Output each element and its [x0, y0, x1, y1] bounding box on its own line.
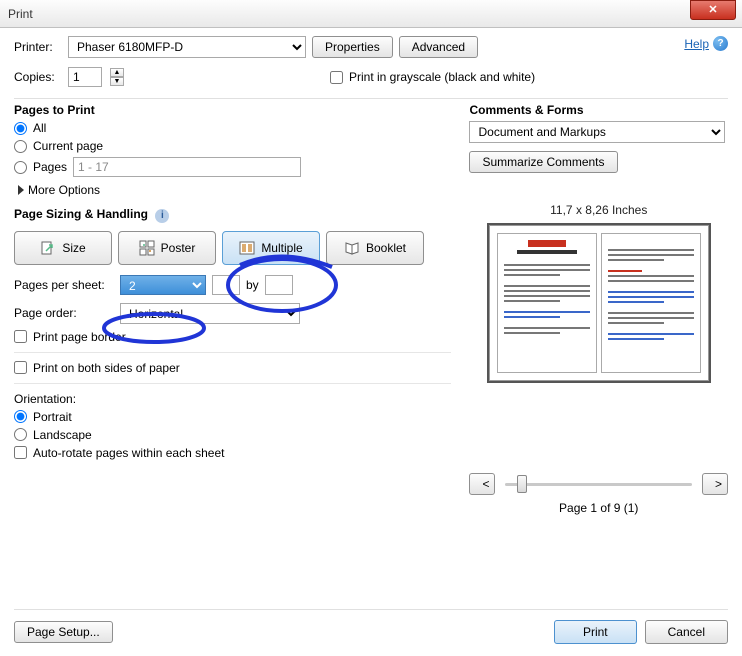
copies-spin-up[interactable]: ▲: [110, 68, 124, 77]
pages-range-input[interactable]: [73, 157, 301, 177]
pages-all-label: All: [33, 121, 46, 135]
print-button[interactable]: Print: [554, 620, 637, 644]
both-sides-label: Print on both sides of paper: [33, 361, 180, 375]
preview-sheet: [487, 223, 711, 383]
mode-button-row: Size Poster Multiple: [14, 231, 451, 265]
poster-icon: [139, 240, 155, 256]
landscape-radio[interactable]: [14, 428, 27, 441]
page-order-select[interactable]: Horizontal: [120, 303, 300, 324]
close-icon: ✕: [708, 3, 717, 16]
order-label: Page order:: [14, 306, 114, 320]
portrait-radio[interactable]: [14, 410, 27, 423]
preview-page-2: [601, 233, 701, 373]
properties-button[interactable]: Properties: [312, 36, 393, 58]
mode-size-button[interactable]: Size: [14, 231, 112, 265]
print-border-row: Print page border: [14, 330, 451, 344]
by-label: by: [246, 278, 259, 292]
preview-next-button[interactable]: >: [702, 473, 728, 495]
sizing-title: Page Sizing & Handling i: [14, 207, 451, 223]
comments-title: Comments & Forms: [469, 103, 728, 117]
landscape-label: Landscape: [33, 428, 92, 442]
mode-poster-button[interactable]: Poster: [118, 231, 216, 265]
portrait-label: Portrait: [33, 410, 72, 424]
size-icon: [40, 240, 56, 256]
autorotate-label: Auto-rotate pages within each sheet: [33, 446, 224, 460]
cancel-button[interactable]: Cancel: [645, 620, 728, 644]
preview-slider[interactable]: [505, 475, 692, 493]
preview-dimensions: 11,7 x 8,26 Inches: [469, 203, 728, 217]
triangle-right-icon: [18, 185, 24, 195]
pages-current-label: Current page: [33, 139, 103, 153]
page-setup-button[interactable]: Page Setup...: [14, 621, 113, 643]
advanced-button[interactable]: Advanced: [399, 36, 478, 58]
multiple-icon: [239, 240, 255, 256]
copies-input[interactable]: [68, 67, 102, 87]
mode-booklet-button[interactable]: Booklet: [326, 231, 424, 265]
pages-range-label: Pages: [33, 160, 67, 174]
summarize-comments-button[interactable]: Summarize Comments: [469, 151, 617, 173]
help-link[interactable]: Help: [684, 37, 709, 51]
preview-area: 11,7 x 8,26 Inches: [469, 203, 728, 515]
both-sides-checkbox[interactable]: [14, 361, 27, 374]
autorotate-checkbox[interactable]: [14, 446, 27, 459]
info-icon[interactable]: i: [155, 209, 169, 223]
booklet-icon: [344, 240, 360, 256]
preview-prev-button[interactable]: <: [469, 473, 495, 495]
pages-current-row: Current page: [14, 139, 451, 153]
pps-label: Pages per sheet:: [14, 278, 114, 292]
grayscale-checkbox[interactable]: [330, 71, 343, 84]
pages-all-row: All: [14, 121, 451, 135]
orientation-label: Orientation:: [14, 392, 451, 406]
more-options-label: More Options: [28, 183, 100, 197]
more-options-toggle[interactable]: More Options: [18, 183, 451, 197]
mode-multiple-button[interactable]: Multiple: [222, 231, 320, 265]
landscape-row: Landscape: [14, 428, 451, 442]
preview-page-1: [497, 233, 597, 373]
window-title: Print: [8, 7, 33, 21]
pages-range-row: Pages: [14, 157, 451, 177]
copies-spinner: ▲ ▼: [110, 68, 124, 86]
pages-range-radio[interactable]: [14, 161, 27, 174]
printer-select[interactable]: Phaser 6180MFP-D: [68, 36, 306, 58]
titlebar: Print ✕: [0, 0, 742, 28]
slider-thumb[interactable]: [517, 475, 527, 493]
both-sides-row: Print on both sides of paper: [14, 361, 451, 375]
printer-label: Printer:: [14, 40, 62, 54]
print-border-label: Print page border: [33, 330, 126, 344]
grayscale-text: Print in grayscale (black and white): [349, 70, 535, 84]
preview-page-indicator: Page 1 of 9 (1): [469, 501, 728, 515]
copies-spin-down[interactable]: ▼: [110, 77, 124, 86]
pages-per-sheet-select[interactable]: 2: [120, 275, 206, 295]
autorotate-row: Auto-rotate pages within each sheet: [14, 446, 451, 460]
comments-forms-select[interactable]: Document and Markups: [469, 121, 725, 143]
portrait-row: Portrait: [14, 410, 451, 424]
pages-to-print-title: Pages to Print: [14, 103, 451, 117]
print-border-checkbox[interactable]: [14, 330, 27, 343]
copies-label: Copies:: [14, 70, 62, 84]
pages-current-radio[interactable]: [14, 140, 27, 153]
help-link-area: Help ?: [684, 36, 728, 51]
pages-all-radio[interactable]: [14, 122, 27, 135]
pps-custom-y[interactable]: [265, 275, 293, 295]
close-button[interactable]: ✕: [690, 0, 736, 20]
pps-custom-x[interactable]: [212, 275, 240, 295]
grayscale-checkbox-label: Print in grayscale (black and white): [330, 70, 535, 84]
help-icon[interactable]: ?: [713, 36, 728, 51]
